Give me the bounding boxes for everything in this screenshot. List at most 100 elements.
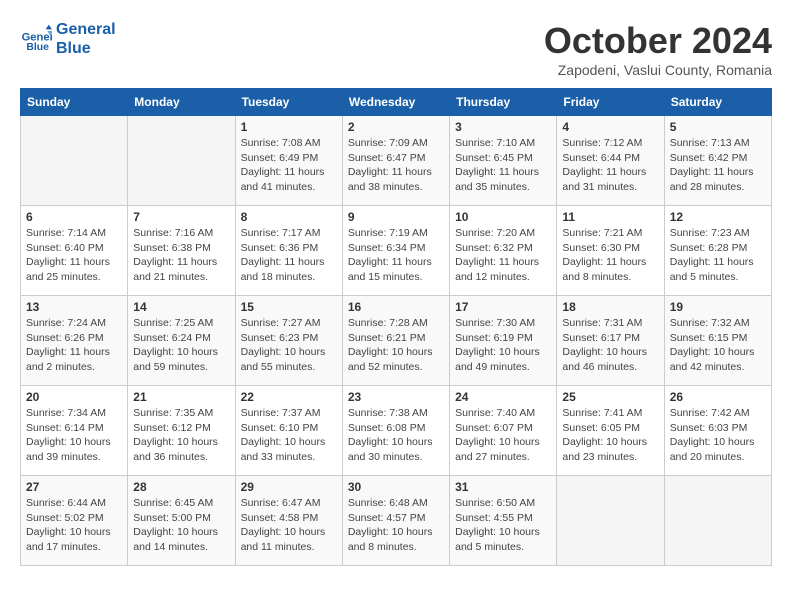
calendar-week-row: 6Sunrise: 7:14 AMSunset: 6:40 PMDaylight… xyxy=(21,206,772,296)
calendar-header-row: SundayMondayTuesdayWednesdayThursdayFrid… xyxy=(21,89,772,116)
day-info: Sunrise: 7:17 AMSunset: 6:36 PMDaylight:… xyxy=(241,226,337,285)
day-number: 27 xyxy=(26,480,122,494)
calendar-cell xyxy=(557,476,664,566)
day-info: Sunrise: 7:24 AMSunset: 6:26 PMDaylight:… xyxy=(26,316,122,375)
day-info: Sunrise: 6:50 AMSunset: 4:55 PMDaylight:… xyxy=(455,496,551,555)
day-number: 2 xyxy=(348,120,444,134)
day-info: Sunrise: 7:20 AMSunset: 6:32 PMDaylight:… xyxy=(455,226,551,285)
logo: General Blue General Blue xyxy=(20,20,116,58)
calendar-cell: 30 Sunrise: 6:48 AMSunset: 4:57 PMDayligh… xyxy=(342,476,449,566)
calendar-day-header: Saturday xyxy=(664,89,771,116)
day-number: 1 xyxy=(241,120,337,134)
day-number: 14 xyxy=(133,300,229,314)
calendar-cell: 21 Sunrise: 7:35 AMSunset: 6:12 PMDayligh… xyxy=(128,386,235,476)
calendar-cell: 12Sunrise: 7:23 AMSunset: 6:28 PMDayligh… xyxy=(664,206,771,296)
day-info: Sunrise: 7:35 AMSunset: 6:12 PMDaylight:… xyxy=(133,406,229,465)
day-number: 22 xyxy=(241,390,337,404)
day-number: 24 xyxy=(455,390,551,404)
calendar-cell: 2 Sunrise: 7:09 AMSunset: 6:47 PMDaylight… xyxy=(342,116,449,206)
day-number: 23 xyxy=(348,390,444,404)
day-number: 11 xyxy=(562,210,658,224)
calendar-cell: 4 Sunrise: 7:12 AMSunset: 6:44 PMDaylight… xyxy=(557,116,664,206)
day-number: 8 xyxy=(241,210,337,224)
calendar-cell: 7 Sunrise: 7:16 AMSunset: 6:38 PMDaylight… xyxy=(128,206,235,296)
calendar-cell: 3 Sunrise: 7:10 AMSunset: 6:45 PMDaylight… xyxy=(450,116,557,206)
day-number: 25 xyxy=(562,390,658,404)
calendar-cell: 18Sunrise: 7:31 AMSunset: 6:17 PMDayligh… xyxy=(557,296,664,386)
day-number: 15 xyxy=(241,300,337,314)
day-info: Sunrise: 7:13 AMSunset: 6:42 PMDaylight:… xyxy=(670,136,766,195)
calendar-table: SundayMondayTuesdayWednesdayThursdayFrid… xyxy=(20,88,772,566)
day-number: 17 xyxy=(455,300,551,314)
title-block: October 2024 Zapodeni, Vaslui County, Ro… xyxy=(544,20,772,78)
day-info: Sunrise: 7:19 AMSunset: 6:34 PMDaylight:… xyxy=(348,226,444,285)
calendar-cell: 22 Sunrise: 7:37 AMSunset: 6:10 PMDayligh… xyxy=(235,386,342,476)
calendar-day-header: Friday xyxy=(557,89,664,116)
day-number: 28 xyxy=(133,480,229,494)
day-info: Sunrise: 7:09 AMSunset: 6:47 PMDaylight:… xyxy=(348,136,444,195)
calendar-cell: 26 Sunrise: 7:42 AMSunset: 6:03 PMDayligh… xyxy=(664,386,771,476)
day-number: 18 xyxy=(562,300,658,314)
calendar-week-row: 20 Sunrise: 7:34 AMSunset: 6:14 PMDayligh… xyxy=(21,386,772,476)
day-number: 13 xyxy=(26,300,122,314)
calendar-cell: 20 Sunrise: 7:34 AMSunset: 6:14 PMDayligh… xyxy=(21,386,128,476)
calendar-cell: 31 Sunrise: 6:50 AMSunset: 4:55 PMDayligh… xyxy=(450,476,557,566)
calendar-cell: 19Sunrise: 7:32 AMSunset: 6:15 PMDayligh… xyxy=(664,296,771,386)
day-info: Sunrise: 7:41 AMSunset: 6:05 PMDaylight:… xyxy=(562,406,658,465)
calendar-cell: 10 Sunrise: 7:20 AMSunset: 6:32 PMDayligh… xyxy=(450,206,557,296)
day-info: Sunrise: 6:48 AMSunset: 4:57 PMDaylight:… xyxy=(348,496,444,555)
month-title: October 2024 xyxy=(544,20,772,62)
day-number: 31 xyxy=(455,480,551,494)
calendar-cell: 29 Sunrise: 6:47 AMSunset: 4:58 PMDayligh… xyxy=(235,476,342,566)
calendar-cell: 28Sunrise: 6:45 AMSunset: 5:00 PMDayligh… xyxy=(128,476,235,566)
calendar-cell: 11 Sunrise: 7:21 AMSunset: 6:30 PMDayligh… xyxy=(557,206,664,296)
day-number: 4 xyxy=(562,120,658,134)
day-info: Sunrise: 7:30 AMSunset: 6:19 PMDaylight:… xyxy=(455,316,551,375)
day-number: 9 xyxy=(348,210,444,224)
calendar-cell: 6Sunrise: 7:14 AMSunset: 6:40 PMDaylight… xyxy=(21,206,128,296)
calendar-cell: 27 Sunrise: 6:44 AMSunset: 5:02 PMDayligh… xyxy=(21,476,128,566)
logo-icon: General Blue xyxy=(20,23,52,55)
page-header: General Blue General Blue October 2024 Z… xyxy=(20,20,772,78)
calendar-cell xyxy=(21,116,128,206)
day-info: Sunrise: 7:08 AMSunset: 6:49 PMDaylight:… xyxy=(241,136,337,195)
day-number: 16 xyxy=(348,300,444,314)
day-info: Sunrise: 7:16 AMSunset: 6:38 PMDaylight:… xyxy=(133,226,229,285)
day-info: Sunrise: 7:27 AMSunset: 6:23 PMDaylight:… xyxy=(241,316,337,375)
day-number: 19 xyxy=(670,300,766,314)
day-info: Sunrise: 7:28 AMSunset: 6:21 PMDaylight:… xyxy=(348,316,444,375)
day-info: Sunrise: 7:40 AMSunset: 6:07 PMDaylight:… xyxy=(455,406,551,465)
day-info: Sunrise: 7:34 AMSunset: 6:14 PMDaylight:… xyxy=(26,406,122,465)
calendar-cell: 15 Sunrise: 7:27 AMSunset: 6:23 PMDayligh… xyxy=(235,296,342,386)
calendar-cell: 16 Sunrise: 7:28 AMSunset: 6:21 PMDayligh… xyxy=(342,296,449,386)
calendar-week-row: 1 Sunrise: 7:08 AMSunset: 6:49 PMDaylight… xyxy=(21,116,772,206)
day-number: 26 xyxy=(670,390,766,404)
location-subtitle: Zapodeni, Vaslui County, Romania xyxy=(544,62,772,78)
day-info: Sunrise: 7:14 AMSunset: 6:40 PMDaylight:… xyxy=(26,226,122,285)
day-number: 5 xyxy=(670,120,766,134)
calendar-day-header: Wednesday xyxy=(342,89,449,116)
day-info: Sunrise: 7:21 AMSunset: 6:30 PMDaylight:… xyxy=(562,226,658,285)
calendar-day-header: Thursday xyxy=(450,89,557,116)
day-number: 30 xyxy=(348,480,444,494)
day-info: Sunrise: 7:37 AMSunset: 6:10 PMDaylight:… xyxy=(241,406,337,465)
day-number: 10 xyxy=(455,210,551,224)
day-info: Sunrise: 7:42 AMSunset: 6:03 PMDaylight:… xyxy=(670,406,766,465)
day-info: Sunrise: 6:47 AMSunset: 4:58 PMDaylight:… xyxy=(241,496,337,555)
calendar-cell: 5 Sunrise: 7:13 AMSunset: 6:42 PMDaylight… xyxy=(664,116,771,206)
calendar-week-row: 13 Sunrise: 7:24 AMSunset: 6:26 PMDayligh… xyxy=(21,296,772,386)
day-number: 3 xyxy=(455,120,551,134)
day-number: 29 xyxy=(241,480,337,494)
day-number: 21 xyxy=(133,390,229,404)
day-info: Sunrise: 7:12 AMSunset: 6:44 PMDaylight:… xyxy=(562,136,658,195)
day-info: Sunrise: 7:23 AMSunset: 6:28 PMDaylight:… xyxy=(670,226,766,285)
day-number: 20 xyxy=(26,390,122,404)
day-info: Sunrise: 6:44 AMSunset: 5:02 PMDaylight:… xyxy=(26,496,122,555)
day-number: 7 xyxy=(133,210,229,224)
day-info: Sunrise: 7:10 AMSunset: 6:45 PMDaylight:… xyxy=(455,136,551,195)
calendar-cell: 17 Sunrise: 7:30 AMSunset: 6:19 PMDayligh… xyxy=(450,296,557,386)
calendar-cell xyxy=(664,476,771,566)
calendar-cell: 13 Sunrise: 7:24 AMSunset: 6:26 PMDayligh… xyxy=(21,296,128,386)
calendar-cell: 9 Sunrise: 7:19 AMSunset: 6:34 PMDaylight… xyxy=(342,206,449,296)
logo-blue: Blue xyxy=(56,39,116,58)
